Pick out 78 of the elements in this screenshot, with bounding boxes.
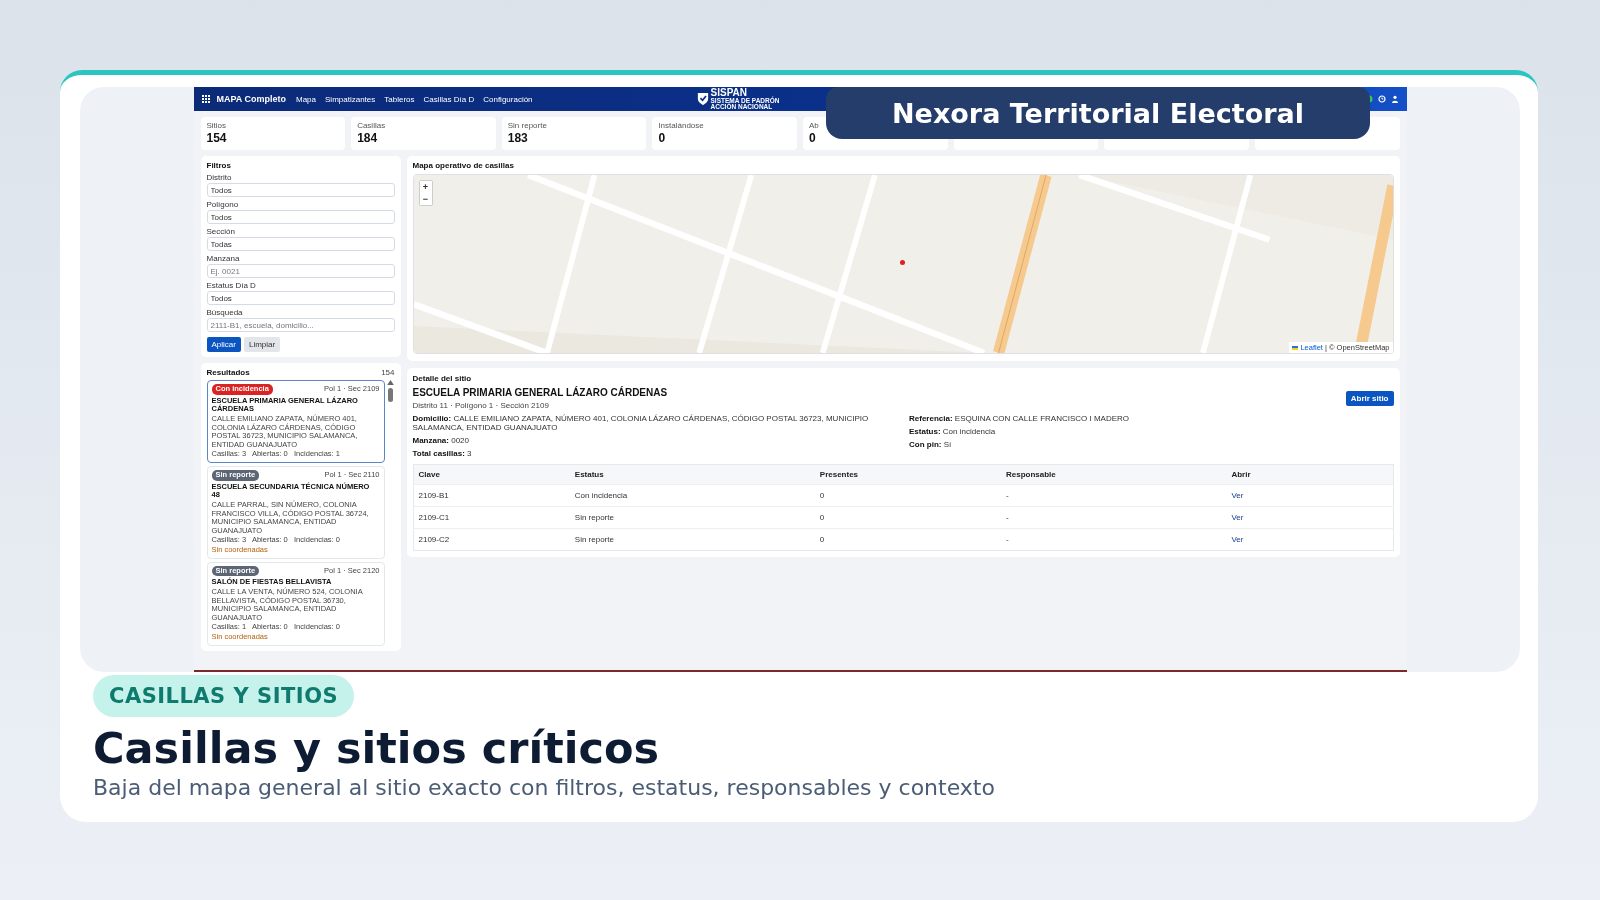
table-cell: 2109-C2 — [418, 535, 450, 544]
input-field[interactable]: 2111-B1, escuela, domicilio... — [206, 318, 395, 332]
nav-link[interactable]: Tableros — [384, 94, 415, 104]
scroll-thumb[interactable] — [388, 388, 393, 402]
slide-subtitle: Baja del mapa general al sitio exacto con filtros, estatus, responsables y contexto — [93, 775, 996, 800]
detail-field: Total casillas: 3 — [412, 449, 897, 458]
input-field[interactable]: Todas — [206, 237, 395, 251]
results-count: 154 — [381, 368, 395, 377]
input-field[interactable]: Todos — [206, 183, 395, 197]
user-icon — [1390, 95, 1399, 103]
field-label: Estatus Día D — [206, 281, 257, 290]
table-cell: 2109-C1 — [418, 513, 450, 522]
app-brand[interactable]: MAPA Completo — [216, 94, 286, 104]
stat-label: Ab — [809, 121, 820, 130]
detail-field: Con pin: Sí — [909, 440, 1394, 449]
shield-check-icon — [696, 92, 709, 106]
table-cell: - — [1006, 513, 1009, 522]
panel-title: Mapa operativo de casillas — [412, 161, 515, 170]
stat-label: Instalándose — [658, 121, 705, 130]
flag-icon — [1292, 345, 1299, 350]
stat-value: 184 — [357, 131, 379, 145]
view-link[interactable]: Ver — [1231, 535, 1244, 544]
field-label: Polígono — [206, 200, 240, 209]
detail-field: Domicilio: CALLE EMILIANO ZAPATA, NÚMERO 401, COLONIA LÁZARO CÁRDENAS, CÓDIGO POSTAL 36723, MUNICIPIO SALAMANCA, ENTIDAD GUANAJUATO — [412, 414, 897, 432]
nav-link[interactable]: Mapa — [296, 94, 316, 104]
view-link[interactable]: Ver — [1231, 491, 1244, 500]
table-cell: 0 — [819, 535, 825, 544]
stat-value: 0 — [809, 131, 817, 145]
clock-icon — [1377, 95, 1386, 103]
stat-label: Sitios — [206, 121, 228, 130]
scroll-up-icon — [387, 380, 394, 385]
table-cell: Con incidencia — [574, 491, 628, 500]
open-site-button[interactable]: Abrir sitio — [1345, 391, 1394, 406]
column-header: Abrir — [1226, 464, 1393, 485]
table-cell: Sin reporte — [574, 535, 614, 544]
map-marker[interactable] — [900, 260, 906, 266]
table-cell: 2109-B1 — [418, 491, 449, 500]
column-header: Clave — [413, 464, 570, 485]
panel-title: Filtros — [206, 161, 232, 170]
apply-button[interactable]: Aplicar — [206, 337, 241, 352]
logo-name: SISPAN — [710, 87, 748, 98]
view-link[interactable]: Ver — [1231, 513, 1244, 522]
nav-link[interactable]: Casillas Día D — [423, 94, 475, 104]
stat-value: 0 — [658, 131, 667, 145]
stat-value: 154 — [206, 131, 228, 145]
detail-field: Estatus: Con incidencia — [909, 427, 1394, 436]
input-field[interactable]: Todos — [206, 291, 395, 305]
column-header: Estatus — [569, 464, 815, 485]
field-label: Manzana — [206, 254, 241, 263]
site-name: ESCUELA PRIMARIA GENERAL LÁZARO CÁRDENAS — [412, 387, 668, 398]
stat-label: Casillas — [357, 121, 387, 130]
detail-field: Manzana: 0020 — [412, 436, 897, 445]
nav-link[interactable]: Simpatizantes — [325, 94, 376, 104]
title-banner: Nexora Territorial Electoral — [826, 87, 1370, 139]
apps-grid-icon — [201, 95, 210, 103]
column-header: Responsable — [1001, 464, 1227, 485]
stat-label: Sin reporte — [507, 121, 548, 130]
detail-field: Referencia: ESQUINA CON CALLE FRANCISCO I MADERO — [909, 414, 1394, 423]
table-cell: Sin reporte — [574, 513, 614, 522]
panel-title: Detalle del sitio — [412, 374, 473, 383]
input-field[interactable]: Ej. 0021 — [206, 264, 395, 278]
stat-value: 183 — [507, 131, 529, 145]
slide-title: Casillas y sitios críticos — [93, 723, 661, 773]
table-cell: 0 — [819, 513, 825, 522]
nav-link[interactable]: Configuración — [483, 94, 533, 104]
table-cell: - — [1006, 491, 1009, 500]
input-field[interactable]: Todos — [206, 210, 395, 224]
result-card[interactable] — [206, 380, 385, 463]
table-cell: 0 — [819, 491, 825, 500]
panel-title: Resultados — [206, 368, 250, 377]
field-label: Búsqueda — [206, 308, 244, 317]
column-header: Presentes — [814, 464, 1001, 485]
field-label: Distrito — [206, 173, 233, 182]
site-location: Distrito 11 · Polígono 1 · Sección 2109 — [412, 401, 550, 410]
clear-button[interactable]: Limpiar — [243, 337, 281, 352]
category-tag: CASILLAS Y SITIOS — [93, 675, 355, 717]
field-label: Sección — [206, 227, 236, 236]
table-cell: - — [1006, 535, 1009, 544]
